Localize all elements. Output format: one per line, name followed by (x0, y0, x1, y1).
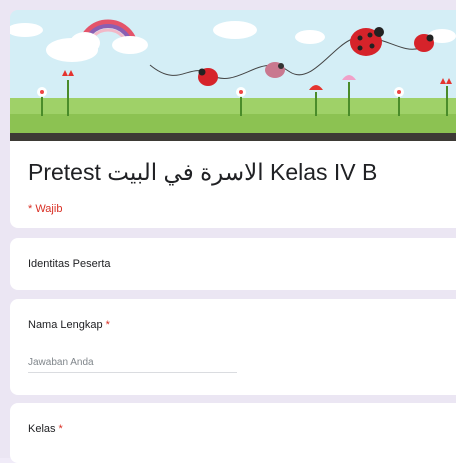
required-note: * Wajib (28, 203, 63, 215)
form-page: Pretest الاسرة في البيت Kelas IV B * Waj… (0, 0, 456, 463)
question-card-nama: Nama Lengkap * (10, 299, 456, 395)
question-label-text: Kelas (28, 423, 56, 435)
nama-lengkap-input[interactable] (28, 352, 237, 373)
question-card-kelas: Kelas * (10, 403, 456, 463)
ladybug-meadow-illustration (10, 10, 456, 133)
question-label: Nama Lengkap * (28, 319, 110, 331)
form-title: Pretest الاسرة في البيت Kelas IV B (28, 159, 378, 185)
question-label-text: Nama Lengkap (28, 319, 103, 331)
header-banner-image (10, 10, 456, 133)
section-header-card: Identitas Peserta (10, 238, 456, 290)
required-asterisk: * (58, 423, 63, 435)
form-title-card: Pretest الاسرة في البيت Kelas IV B * Waj… (10, 133, 456, 228)
section-title: Identitas Peserta (28, 258, 111, 270)
question-label: Kelas * (28, 423, 63, 435)
required-asterisk: * (105, 319, 110, 331)
